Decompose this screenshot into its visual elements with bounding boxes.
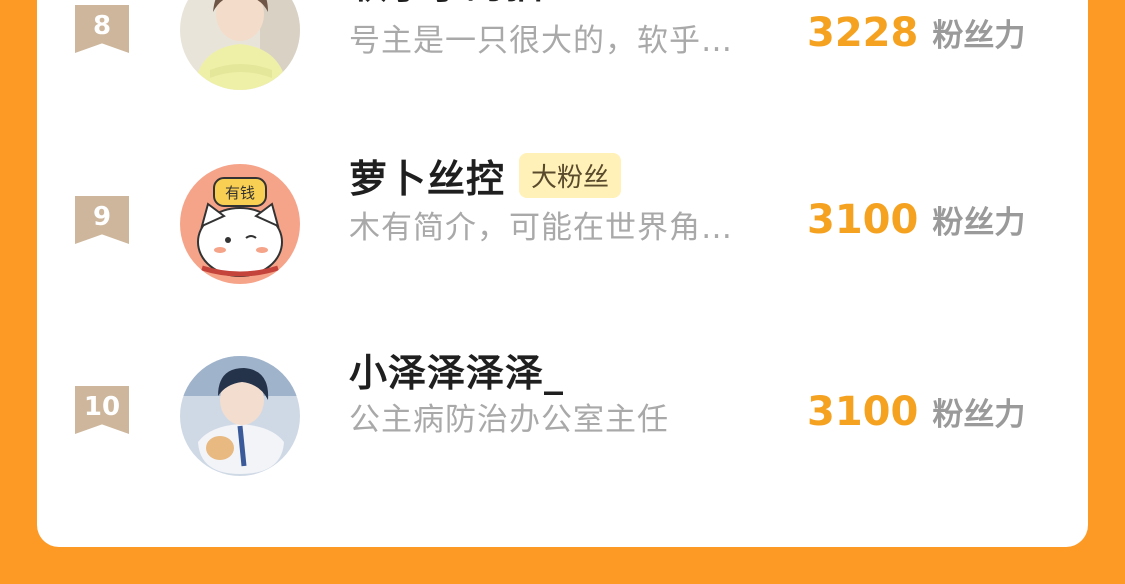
leaderboard-row-9[interactable]: 9 有钱 萝卜丝控 大粉丝 木有简介，可能在世界角… 3100 粉丝力	[37, 153, 1088, 320]
leaderboard-card: 8 软乎乎的猫SAMA 号主是一只很大的，软乎… 3228 粉丝力 9	[37, 0, 1088, 547]
user-name[interactable]: 软乎乎的猫SAMA	[349, 0, 672, 9]
user-bio: 号主是一只很大的，软乎…	[349, 23, 733, 59]
score-unit: 粉丝力	[932, 18, 1026, 54]
avatar-text: 有钱	[225, 184, 255, 202]
leaderboard-row-8[interactable]: 8 软乎乎的猫SAMA 号主是一只很大的，软乎… 3228 粉丝力	[37, 0, 1088, 130]
user-name[interactable]: 小泽泽泽泽_	[349, 342, 564, 397]
rank-badge-icon: 9	[75, 196, 129, 244]
anime-boy-avatar-icon	[180, 356, 300, 476]
rank-number: 10	[83, 392, 121, 422]
user-bio: 公主病防治办公室主任	[349, 402, 669, 438]
user-avatar[interactable]	[180, 356, 300, 476]
score-value: 3228	[807, 10, 919, 56]
fan-power-score: 3100 粉丝力	[807, 197, 1025, 243]
score-value: 3100	[807, 389, 919, 435]
user-avatar[interactable]: 有钱	[180, 164, 300, 284]
leaderboard-row-10[interactable]: 10 小泽泽泽泽_ 公主病防治办公室主任 3100 粉丝力	[37, 350, 1088, 510]
score-unit: 粉丝力	[932, 397, 1026, 433]
user-avatar[interactable]	[180, 0, 300, 90]
person-photo-avatar-icon	[180, 0, 300, 90]
fan-power-score: 3228 粉丝力	[807, 10, 1025, 56]
cartoon-cat-avatar-icon: 有钱	[180, 164, 300, 284]
rank-badge-icon: 10	[75, 386, 129, 434]
fan-power-score: 3100 粉丝力	[807, 389, 1025, 435]
user-bio: 木有简介，可能在世界角…	[349, 210, 733, 246]
rank-number: 8	[92, 11, 112, 41]
rank-badge-icon: 8	[75, 5, 129, 53]
rank-number: 9	[92, 202, 112, 232]
score-unit: 粉丝力	[932, 205, 1026, 241]
user-name[interactable]: 萝卜丝控	[349, 148, 505, 203]
score-value: 3100	[807, 197, 919, 243]
big-fan-badge: 大粉丝	[519, 153, 622, 198]
